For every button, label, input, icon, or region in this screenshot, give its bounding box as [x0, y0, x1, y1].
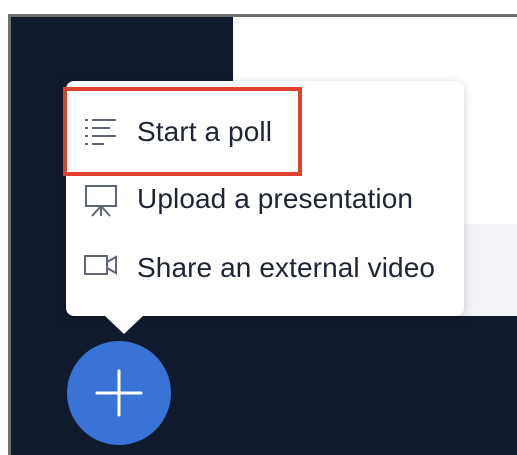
highlight-annotation [63, 87, 302, 176]
menu-pointer [105, 316, 143, 334]
menu-item-label: Share an external video [137, 252, 436, 283]
presentation-icon [83, 184, 119, 217]
video-camera-icon [83, 253, 119, 283]
menu-item-label: Upload a presentation [137, 183, 414, 214]
menu-item-upload-presentation[interactable]: Upload a presentation [66, 167, 464, 231]
window-left-edge [8, 14, 11, 455]
plus-icon [95, 369, 143, 417]
actions-plus-button[interactable] [67, 341, 171, 445]
menu-item-share-external-video[interactable]: Share an external video [66, 236, 464, 300]
